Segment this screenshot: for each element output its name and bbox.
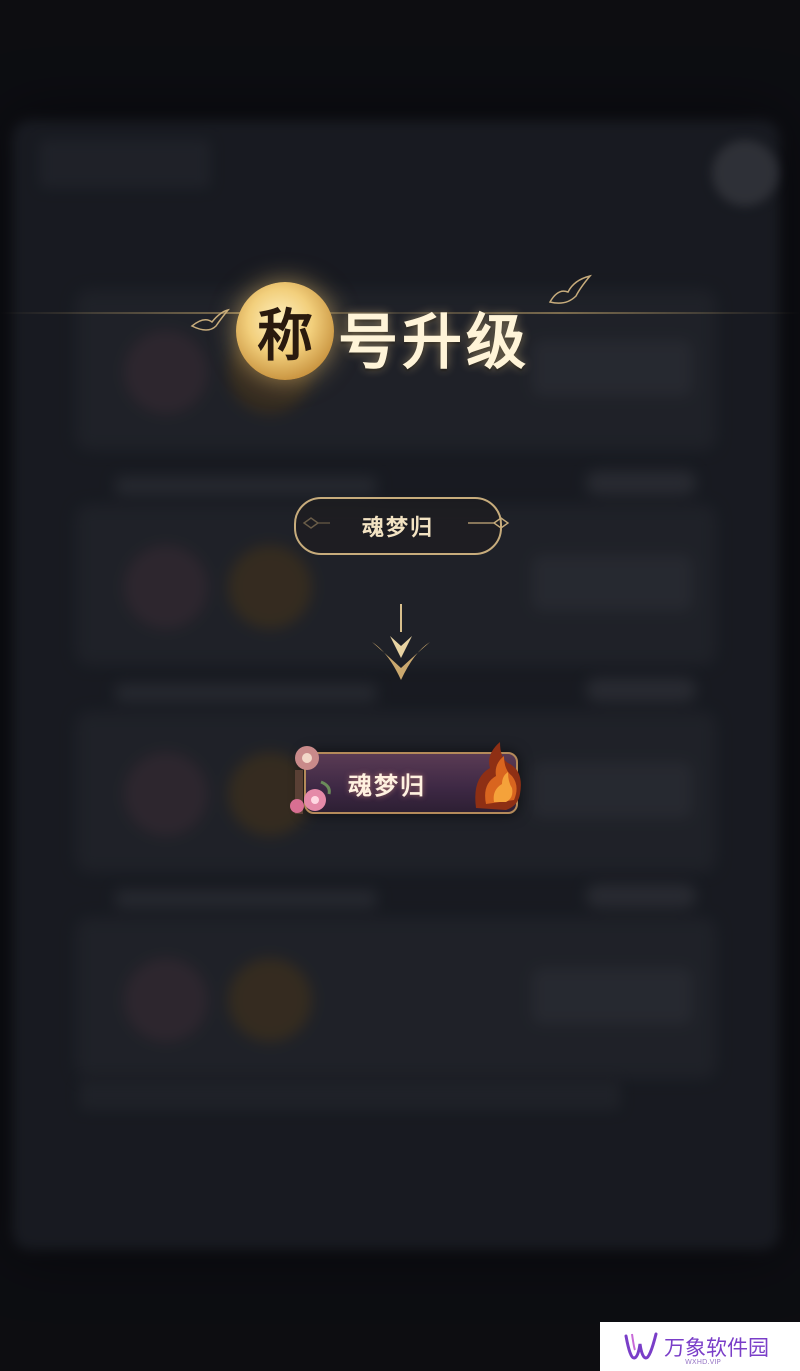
header-title-first-char: 称 [257,302,313,369]
swallow-icon [190,308,230,331]
watermark-subtext: WXHD.VIP [685,1358,721,1366]
title-upgrade-header: 称 号升级 [0,250,800,390]
old-title-text: 魂梦归 [361,515,434,541]
watermark-logo-icon [624,1332,658,1360]
down-arrow-icon [372,604,430,680]
plate-ornament-right [468,517,510,529]
flower-icon [290,746,331,814]
swallow-icon [548,274,592,304]
watermark-text: 万象软件园 [664,1335,769,1360]
new-title-text: 魂梦归 [348,771,426,800]
flame-icon [475,742,521,810]
header-title: 号升级 [338,308,530,378]
